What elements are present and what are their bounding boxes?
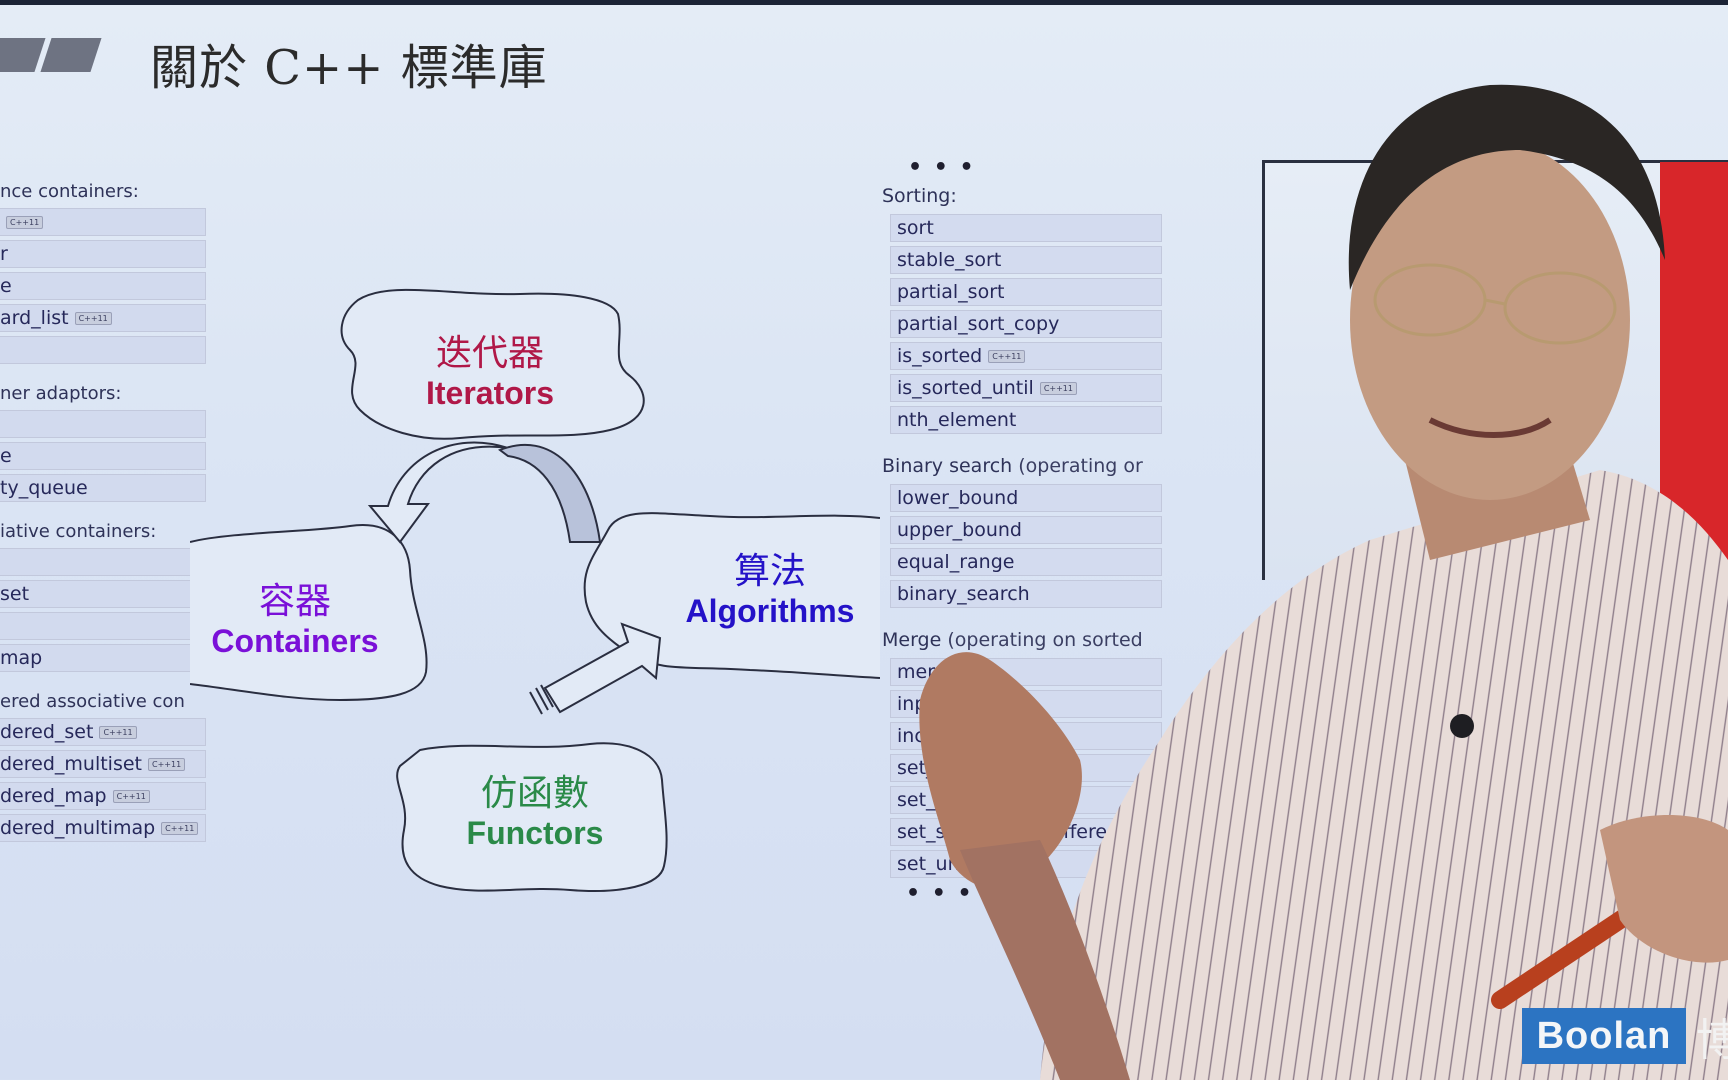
boolan-logo-cjk: 博 (1696, 1015, 1728, 1066)
section-label: Sorting: (882, 185, 957, 207)
stl-components-diagram: 迭代器 Iterators 容器 Containers 算法 Algorithm… (190, 280, 880, 920)
list-item[interactable]: ard_list C++11 (0, 304, 206, 332)
iterator-to-container-arrow (367, 441, 509, 544)
list-item[interactable]: partial_sort (890, 278, 1162, 306)
list-item[interactable]: is_sorted_until C++11 (890, 374, 1162, 402)
list-item[interactable]: r (0, 240, 206, 268)
list-item[interactable]: nth_element (890, 406, 1162, 434)
cpp11-badge: C++11 (6, 216, 44, 229)
list-item[interactable] (0, 612, 206, 640)
presenter-right-hand (1600, 815, 1728, 963)
slide-title: 關於 C++ 標準庫 (150, 40, 548, 96)
video-top-border (0, 0, 1728, 5)
ellipsis-bottom: • • • (906, 881, 974, 906)
cpp11-badge: C++11 (74, 312, 112, 325)
section-label: nce containers: (0, 181, 139, 202)
iterator-to-algorithm-band (497, 444, 602, 543)
functor-to-algorithm-arrow (529, 622, 662, 715)
list-item[interactable]: partial_sort_copy (890, 310, 1162, 338)
cpp11-badge: C++11 (112, 790, 150, 803)
list-item[interactable]: C++11 (0, 208, 206, 236)
title-decoration-bar (40, 38, 102, 72)
list-item[interactable]: map (0, 644, 206, 672)
lapel-microphone (1450, 714, 1474, 738)
list-item[interactable]: inplace_merge (890, 690, 1162, 718)
list-item[interactable]: includes (890, 722, 1162, 750)
list-item[interactable]: merge (890, 658, 1162, 686)
cpp11-badge: C++11 (1039, 382, 1077, 395)
list-item[interactable]: sort (890, 214, 1162, 242)
pointer-stick (1491, 871, 1689, 1009)
functors-label: 仿函數 Functors (466, 772, 604, 851)
list-item[interactable]: lower_bound (890, 484, 1162, 512)
boolan-logo: Boolan (1522, 1008, 1686, 1064)
list-item[interactable]: set (0, 580, 206, 608)
list-item[interactable] (0, 548, 206, 576)
cpp11-badge: C++11 (148, 758, 186, 771)
list-item[interactable]: dered_set C++11 (0, 718, 206, 746)
list-item[interactable]: binary_search (890, 580, 1162, 608)
list-item[interactable] (0, 410, 206, 438)
list-item[interactable] (0, 336, 206, 364)
list-item[interactable]: dered_multimap C++11 (0, 814, 206, 842)
algorithms-label: 算法 Algorithms (685, 550, 855, 629)
list-item[interactable]: e (0, 442, 206, 470)
list-item[interactable]: stable_sort (890, 246, 1162, 274)
list-item[interactable]: set_union (890, 850, 1162, 878)
cpp11-badge: C++11 (99, 726, 137, 739)
list-item[interactable]: upper_bound (890, 516, 1162, 544)
list-item[interactable]: e (0, 272, 206, 300)
iterators-label: 迭代器 Iterators (425, 332, 555, 411)
section-label: iative containers: (0, 521, 157, 542)
section-label: Binary search (operating or (882, 455, 1143, 477)
background-book-cover (1262, 160, 1728, 580)
list-item[interactable]: set_symmetric_difference (890, 818, 1162, 846)
section-label: ner adaptors: (0, 383, 122, 404)
ellipsis-top: • • • (908, 155, 976, 180)
containers-reference-list: nce containers: C++11 r e ard_list C++11 … (0, 180, 206, 846)
section-label: ered associative con (0, 691, 185, 712)
list-item[interactable]: set_intersection (890, 786, 1162, 814)
cpp11-badge: C++11 (988, 350, 1026, 363)
list-item[interactable]: equal_range (890, 548, 1162, 576)
section-label: Merge (operating on sorted (882, 629, 1143, 651)
background-book-red-panel (1660, 162, 1728, 562)
list-item[interactable]: set_difference (890, 754, 1162, 782)
list-item[interactable]: is_sorted C++11 (890, 342, 1162, 370)
containers-label: 容器 Containers (211, 580, 379, 659)
list-item[interactable]: ty_queue (0, 474, 206, 502)
list-item[interactable]: dered_map C++11 (0, 782, 206, 810)
title-decoration-bar (0, 38, 46, 72)
algorithms-reference-list: • • • Sorting: sort stable_sort partial_… (882, 155, 1162, 908)
list-item[interactable]: dered_multiset C++11 (0, 750, 206, 778)
